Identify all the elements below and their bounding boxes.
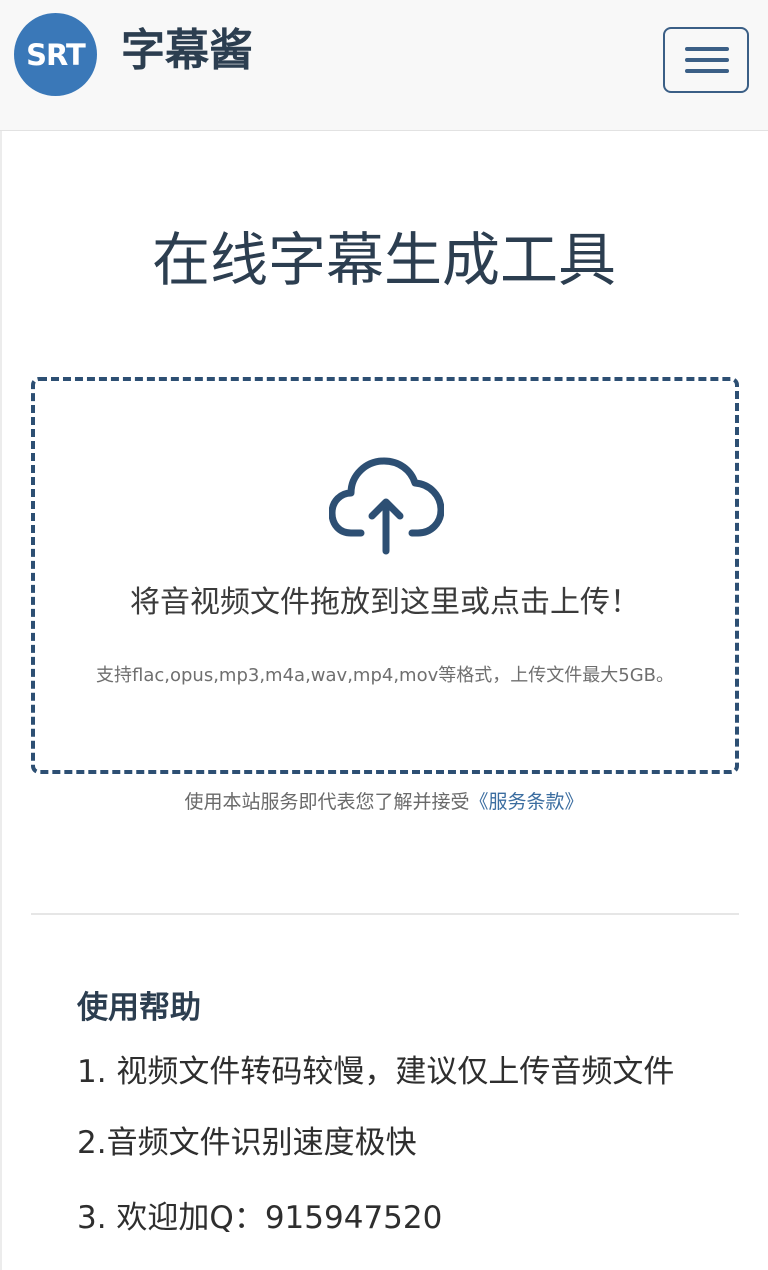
terms-notice: 使用本站服务即代表您了解并接受《服务条款》 — [0, 790, 768, 815]
help-item: 1. 视频文件转码较慢，建议仅上传音频文件 — [77, 1054, 675, 1090]
page-edge — [0, 131, 2, 1270]
terms-text: 使用本站服务即代表您了解并接受 — [184, 791, 470, 813]
help-title: 使用帮助 — [77, 990, 201, 1026]
logo[interactable]: SRT — [14, 13, 97, 96]
brand-name[interactable]: 字幕酱 — [121, 29, 253, 73]
navbar: SRT 字幕酱 — [0, 0, 768, 131]
cloud-upload-icon — [329, 457, 444, 555]
upload-dropzone[interactable]: 将音视频文件拖放到这里或点击上传！ 支持flac,opus,mp3,m4a,wa… — [31, 377, 739, 774]
upload-format-hint: 支持flac,opus,mp3,m4a,wav,mp4,mov等格式，上传文件最… — [95, 665, 674, 686]
help-item: 2.音频文件识别速度极快 — [77, 1125, 417, 1161]
menu-toggle-button[interactable] — [663, 27, 749, 93]
terms-link[interactable]: 《服务条款》 — [470, 791, 584, 813]
section-divider — [31, 913, 739, 915]
help-item: 3. 欢迎加Q：915947520 — [77, 1200, 443, 1236]
upload-prompt: 将音视频文件拖放到这里或点击上传！ — [130, 585, 640, 620]
page-title: 在线字幕生成工具 — [151, 226, 616, 294]
